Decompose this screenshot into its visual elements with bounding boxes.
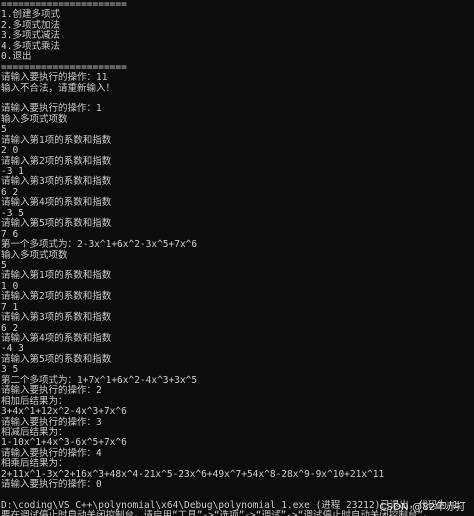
console-line: 2.多项式加法	[1, 19, 60, 31]
console-line: 请输入第1项的系数和指数	[1, 134, 112, 146]
console-line: 请输入第4项的系数和指数	[1, 197, 112, 209]
console-line: 3.多项式减法	[1, 30, 60, 42]
console-output[interactable]: ====================== 1.创建多项式 2.多项式加法 3.多项…	[0, 0, 474, 516]
console-line: 2 0	[1, 145, 19, 157]
console-line: 1.创建多项式	[1, 9, 60, 21]
console-line: 请输入要执行的操作：11	[1, 72, 108, 84]
console-line: 输入多项式项数	[1, 113, 68, 125]
console-line: 第一个多项式为：2-3x^1+6x^2-3x^5+7x^6	[1, 239, 198, 251]
console-line: 4.多项式乘法	[1, 40, 60, 52]
csdn-watermark: CSDN @82年赤打	[379, 502, 466, 513]
console-line: 请输入要执行的操作：3	[1, 416, 102, 428]
console-line: 输入不合法，请重新输入！	[1, 82, 116, 94]
console-line: ======================	[1, 0, 127, 10]
console-line: 请输入第5项的系数和指数	[1, 218, 112, 230]
console-line: 请输入要执行的操作：2	[1, 385, 102, 397]
console-line: 3+4x^1+12x^2-4x^3+7x^6	[1, 406, 127, 418]
console-line: 请输入要执行的操作：4	[1, 447, 102, 459]
console-line: 请输入要执行的操作：1	[1, 103, 102, 115]
console-line: 请输入第2项的系数和指数	[1, 155, 112, 167]
console-line: 请输入要执行的操作：0	[1, 479, 102, 491]
console-line: 请输入第2项的系数和指数	[1, 291, 112, 303]
console-line: 请输入第1项的系数和指数	[1, 270, 112, 282]
console-line: 输入多项式项数	[1, 249, 68, 261]
console-line: 请输入第3项的系数和指数	[1, 176, 112, 188]
console-line: 请输入第4项的系数和指数	[1, 333, 112, 344]
console-line: 请输入第3项的系数和指数	[1, 312, 112, 324]
console-line: 请输入第5项的系数和指数	[1, 353, 112, 365]
